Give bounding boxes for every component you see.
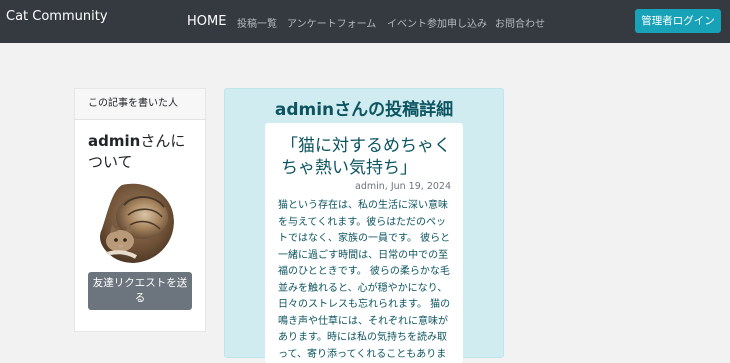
friend-request-button[interactable]: 友達リクエストを送る <box>88 272 192 310</box>
nav-link-event[interactable]: イベント参加申し込み <box>387 15 487 30</box>
nav-link-contact[interactable]: お問合わせ <box>495 15 545 30</box>
brand-link[interactable]: Cat Community <box>6 9 108 24</box>
post-meta: admin, Jun 19, 2024 <box>355 181 451 192</box>
post-body: 猫という存在は、私の生活に深い意味を与えてくれます。彼らはただのペットではなく、… <box>278 200 451 360</box>
cat-photo-image <box>92 181 174 263</box>
navbar: Cat Community HOME 投稿一覧 アンケートフォーム イベント参加… <box>0 0 730 43</box>
author-avatar <box>92 181 174 263</box>
post-detail-panel: adminさんの投稿詳細 「猫に対するめちゃくちゃ熱い気持ち」 admin, J… <box>224 88 504 363</box>
nav-home-link[interactable]: HOME <box>187 14 226 29</box>
admin-login-button[interactable]: 管理者ログイン <box>635 9 721 33</box>
author-card: この記事を書いた人 adminさんについて 友達リクエストを送る <box>74 88 206 332</box>
nav-link-posts[interactable]: 投稿一覧 <box>237 15 277 30</box>
post-card: 「猫に対するめちゃくちゃ熱い気持ち」 admin, Jun 19, 2024 猫… <box>265 123 463 363</box>
author-card-header: この記事を書いた人 <box>75 89 205 120</box>
nav-link-survey[interactable]: アンケートフォーム <box>287 15 376 30</box>
author-name: admin <box>88 132 141 150</box>
author-about-title: adminさんについて <box>88 131 200 173</box>
post-detail-heading: adminさんの投稿詳細 <box>274 100 454 120</box>
post-title: 「猫に対するめちゃくちゃ熱い気持ち」 <box>281 136 451 178</box>
